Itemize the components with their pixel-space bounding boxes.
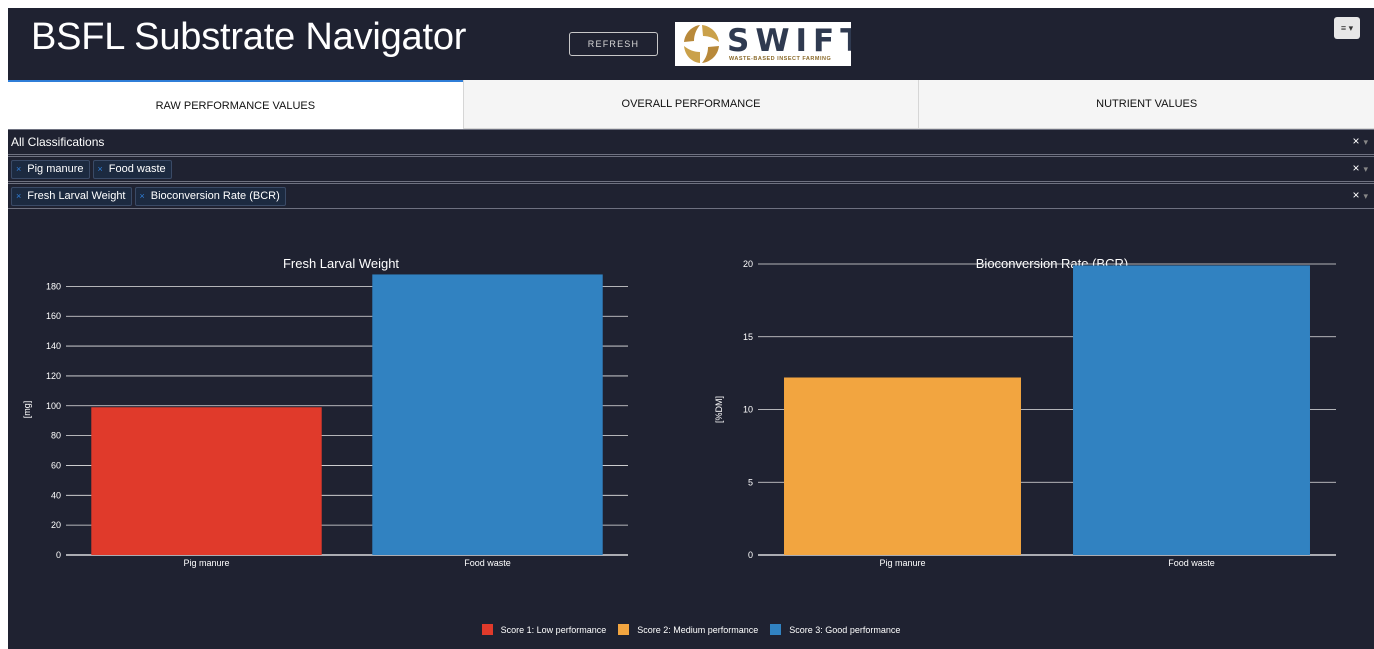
legend-swatch — [481, 624, 493, 635]
chart-title: Fresh Larval Weight — [283, 256, 399, 271]
y-tick-label: 100 — [46, 401, 61, 411]
y-tick-label: 15 — [743, 332, 753, 342]
legend-item-score-3[interactable]: Score 3: Good performance — [770, 624, 900, 635]
chart-legend: Score 1: Low performance Score 2: Medium… — [8, 624, 1374, 635]
legend-label: Score 2: Medium performance — [637, 624, 759, 635]
y-tick-label: 160 — [46, 311, 61, 321]
legend-swatch — [770, 624, 782, 635]
legend-swatch — [618, 624, 630, 635]
y-tick-label: 60 — [51, 460, 61, 470]
legend-item-score-2[interactable]: Score 2: Medium performance — [618, 624, 758, 635]
legend-label: Score 1: Low performance — [500, 624, 607, 635]
y-tick-label: 0 — [56, 550, 61, 560]
y-tick-label: 0 — [748, 550, 753, 560]
x-tick-label: Food waste — [464, 558, 511, 568]
y-tick-label: 180 — [46, 281, 61, 291]
bar-pig-manure — [784, 377, 1021, 555]
y-tick-label: 80 — [51, 431, 61, 441]
y-axis-label: [mg] — [22, 401, 32, 419]
y-tick-label: 20 — [51, 520, 61, 530]
y-tick-label: 20 — [743, 259, 753, 269]
x-tick-label: Pig manure — [183, 558, 229, 568]
charts-canvas: Fresh Larval Weight020406080100120140160… — [22, 256, 1336, 568]
y-tick-label: 120 — [46, 371, 61, 381]
x-tick-label: Food waste — [1168, 558, 1215, 568]
y-tick-label: 140 — [46, 341, 61, 351]
app-root: BSFL Substrate Navigator REFRESH SWIFT W… — [8, 8, 1374, 649]
y-tick-label: 10 — [743, 405, 753, 415]
y-tick-label: 5 — [748, 477, 753, 487]
legend-item-score-1[interactable]: Score 1: Low performance — [481, 624, 607, 635]
legend-label: Score 3: Good performance — [789, 624, 901, 635]
x-tick-label: Pig manure — [879, 558, 925, 568]
bar-pig-manure — [91, 407, 322, 555]
bar-food-waste — [1073, 265, 1310, 555]
y-axis-label: [%DM] — [714, 396, 724, 423]
bar-food-waste — [372, 274, 603, 555]
y-tick-label: 40 — [51, 490, 61, 500]
